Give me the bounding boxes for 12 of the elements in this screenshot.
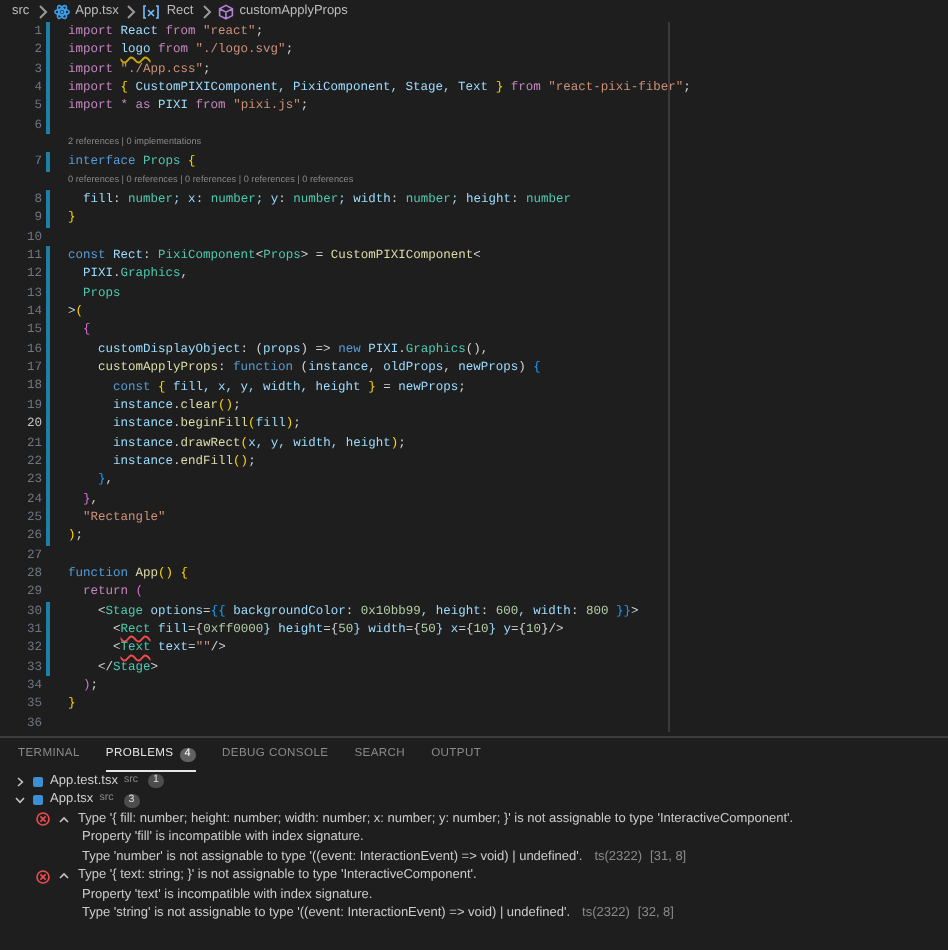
chevron-right-icon [199,4,212,20]
react-file-icon [53,4,70,20]
cube-icon [217,4,234,20]
variable-icon [142,4,161,20]
chevron-right-icon [35,4,48,20]
chevron-up-icon[interactable] [58,870,70,883]
chevron-right-icon [124,4,137,20]
chevron-right-icon[interactable] [14,775,26,788]
chevron-up-icon[interactable] [58,813,70,826]
error-icon [36,812,50,827]
chevron-down-icon[interactable] [14,794,26,807]
error-icon [36,869,50,884]
